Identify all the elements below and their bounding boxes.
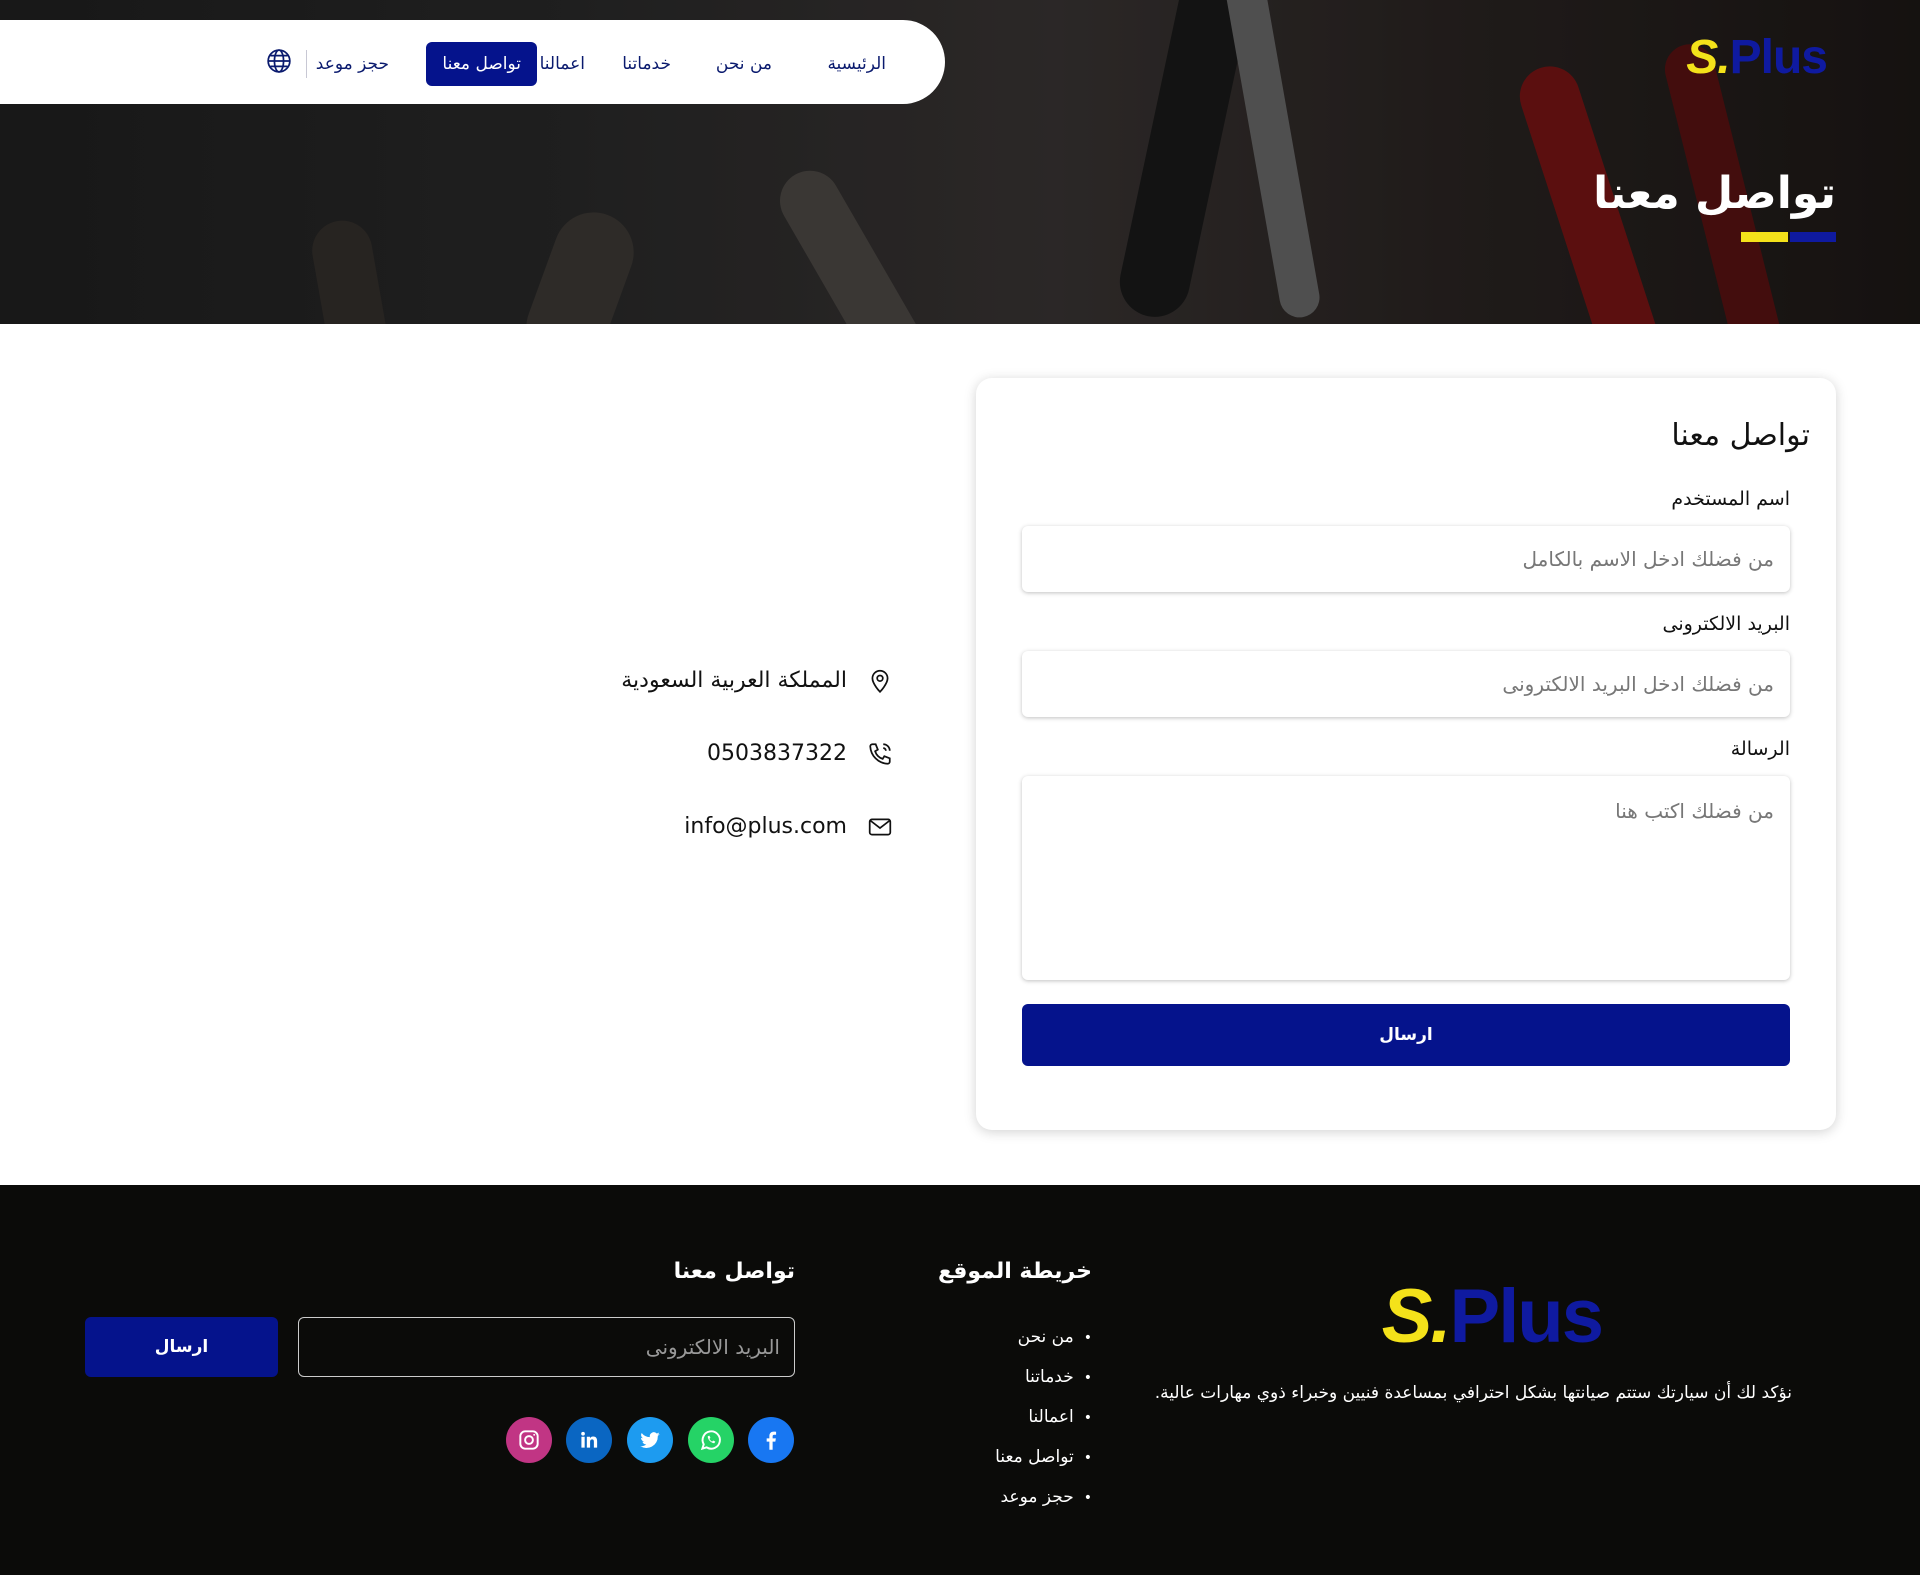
- address-row: المملكة العربية السعودية: [621, 666, 893, 696]
- whatsapp-glyph: [700, 1430, 721, 1451]
- username-input[interactable]: من فضلك ادخل الاسم بالكامل: [1022, 526, 1790, 592]
- message-textarea[interactable]: من فضلك اكتب هنا: [1022, 776, 1790, 980]
- facebook-icon[interactable]: [748, 1417, 794, 1463]
- phone-row: 0503837322: [707, 739, 893, 769]
- globe-icon[interactable]: [266, 48, 292, 74]
- nav-contact[interactable]: تواصل معنا: [426, 42, 537, 86]
- page-title: تواصل معنا: [1593, 168, 1836, 219]
- nav-divider: [306, 50, 307, 78]
- footer-description: نؤكد لك أن سيارتك ستتم صيانتها بشكل احتر…: [1154, 1383, 1792, 1403]
- footer-logo-plus: Plus: [1449, 1274, 1604, 1359]
- logo-plus: Plus: [1729, 31, 1828, 84]
- footer: S.Plus نؤكد لك أن سيارتك ستتم صيانتها بش…: [0, 1185, 1920, 1575]
- message-label: الرسالة: [1730, 738, 1790, 760]
- email-input[interactable]: من فضلك ادخل البريد الالكترونى: [1022, 651, 1790, 717]
- facebook-glyph: [766, 1431, 777, 1450]
- phone-text[interactable]: 0503837322: [707, 739, 847, 769]
- newsletter-submit-button[interactable]: ارسال: [85, 1317, 278, 1377]
- sitemap-link-about[interactable]: من نحن: [995, 1317, 1092, 1357]
- submit-button[interactable]: ارسال: [1022, 1004, 1790, 1066]
- title-underline-yellow: [1741, 232, 1788, 242]
- footer-logo-s: S.: [1381, 1274, 1452, 1359]
- navbar: الرئيسية من نحن خدماتنا اعمالنا تواصل مع…: [0, 20, 945, 104]
- phone-icon: [869, 743, 891, 765]
- nav-booking[interactable]: حجز موعد: [300, 42, 405, 86]
- instagram-icon[interactable]: [506, 1417, 552, 1463]
- sitemap-list: من نحن خدماتنا اعمالنا تواصل معنا حجز مو…: [995, 1317, 1092, 1517]
- logo-s: S.: [1686, 31, 1730, 84]
- envelope-icon: [868, 818, 892, 836]
- linkedin-icon[interactable]: [566, 1417, 612, 1463]
- instagram-glyph: [519, 1430, 539, 1450]
- sitemap-link-services[interactable]: خدماتنا: [995, 1357, 1092, 1397]
- email-row: info@plus.com: [684, 812, 893, 842]
- nav-home[interactable]: الرئيسية: [811, 42, 902, 86]
- brand-logo[interactable]: S.Plus: [1686, 30, 1828, 85]
- email-text[interactable]: info@plus.com: [684, 812, 847, 842]
- sitemap-link-booking[interactable]: حجز موعد: [995, 1477, 1092, 1517]
- nav-services[interactable]: خدماتنا: [606, 42, 687, 86]
- contact-form-card: تواصل معنا اسم المستخدم من فضلك ادخل الا…: [976, 378, 1836, 1130]
- twitter-glyph: [640, 1432, 660, 1448]
- footer-logo[interactable]: S.Plus: [1381, 1273, 1604, 1360]
- footer-contact-title: تواصل معنا: [673, 1259, 795, 1284]
- form-title: تواصل معنا: [1671, 418, 1810, 453]
- sitemap-title: خريطة الموقع: [937, 1259, 1092, 1284]
- address-text: المملكة العربية السعودية: [621, 668, 847, 693]
- location-pin-icon: [871, 669, 889, 694]
- newsletter-email-input[interactable]: البريد الالكترونى: [298, 1317, 795, 1377]
- title-underline-blue: [1790, 232, 1836, 242]
- sitemap-link-contact[interactable]: تواصل معنا: [995, 1437, 1092, 1477]
- twitter-icon[interactable]: [627, 1417, 673, 1463]
- nav-about[interactable]: من نحن: [700, 42, 788, 86]
- username-label: اسم المستخدم: [1671, 488, 1790, 510]
- linkedin-glyph: [581, 1431, 598, 1448]
- email-label: البريد الالكترونى: [1662, 613, 1791, 635]
- whatsapp-icon[interactable]: [688, 1417, 734, 1463]
- sitemap-link-works[interactable]: اعمالنا: [995, 1397, 1092, 1437]
